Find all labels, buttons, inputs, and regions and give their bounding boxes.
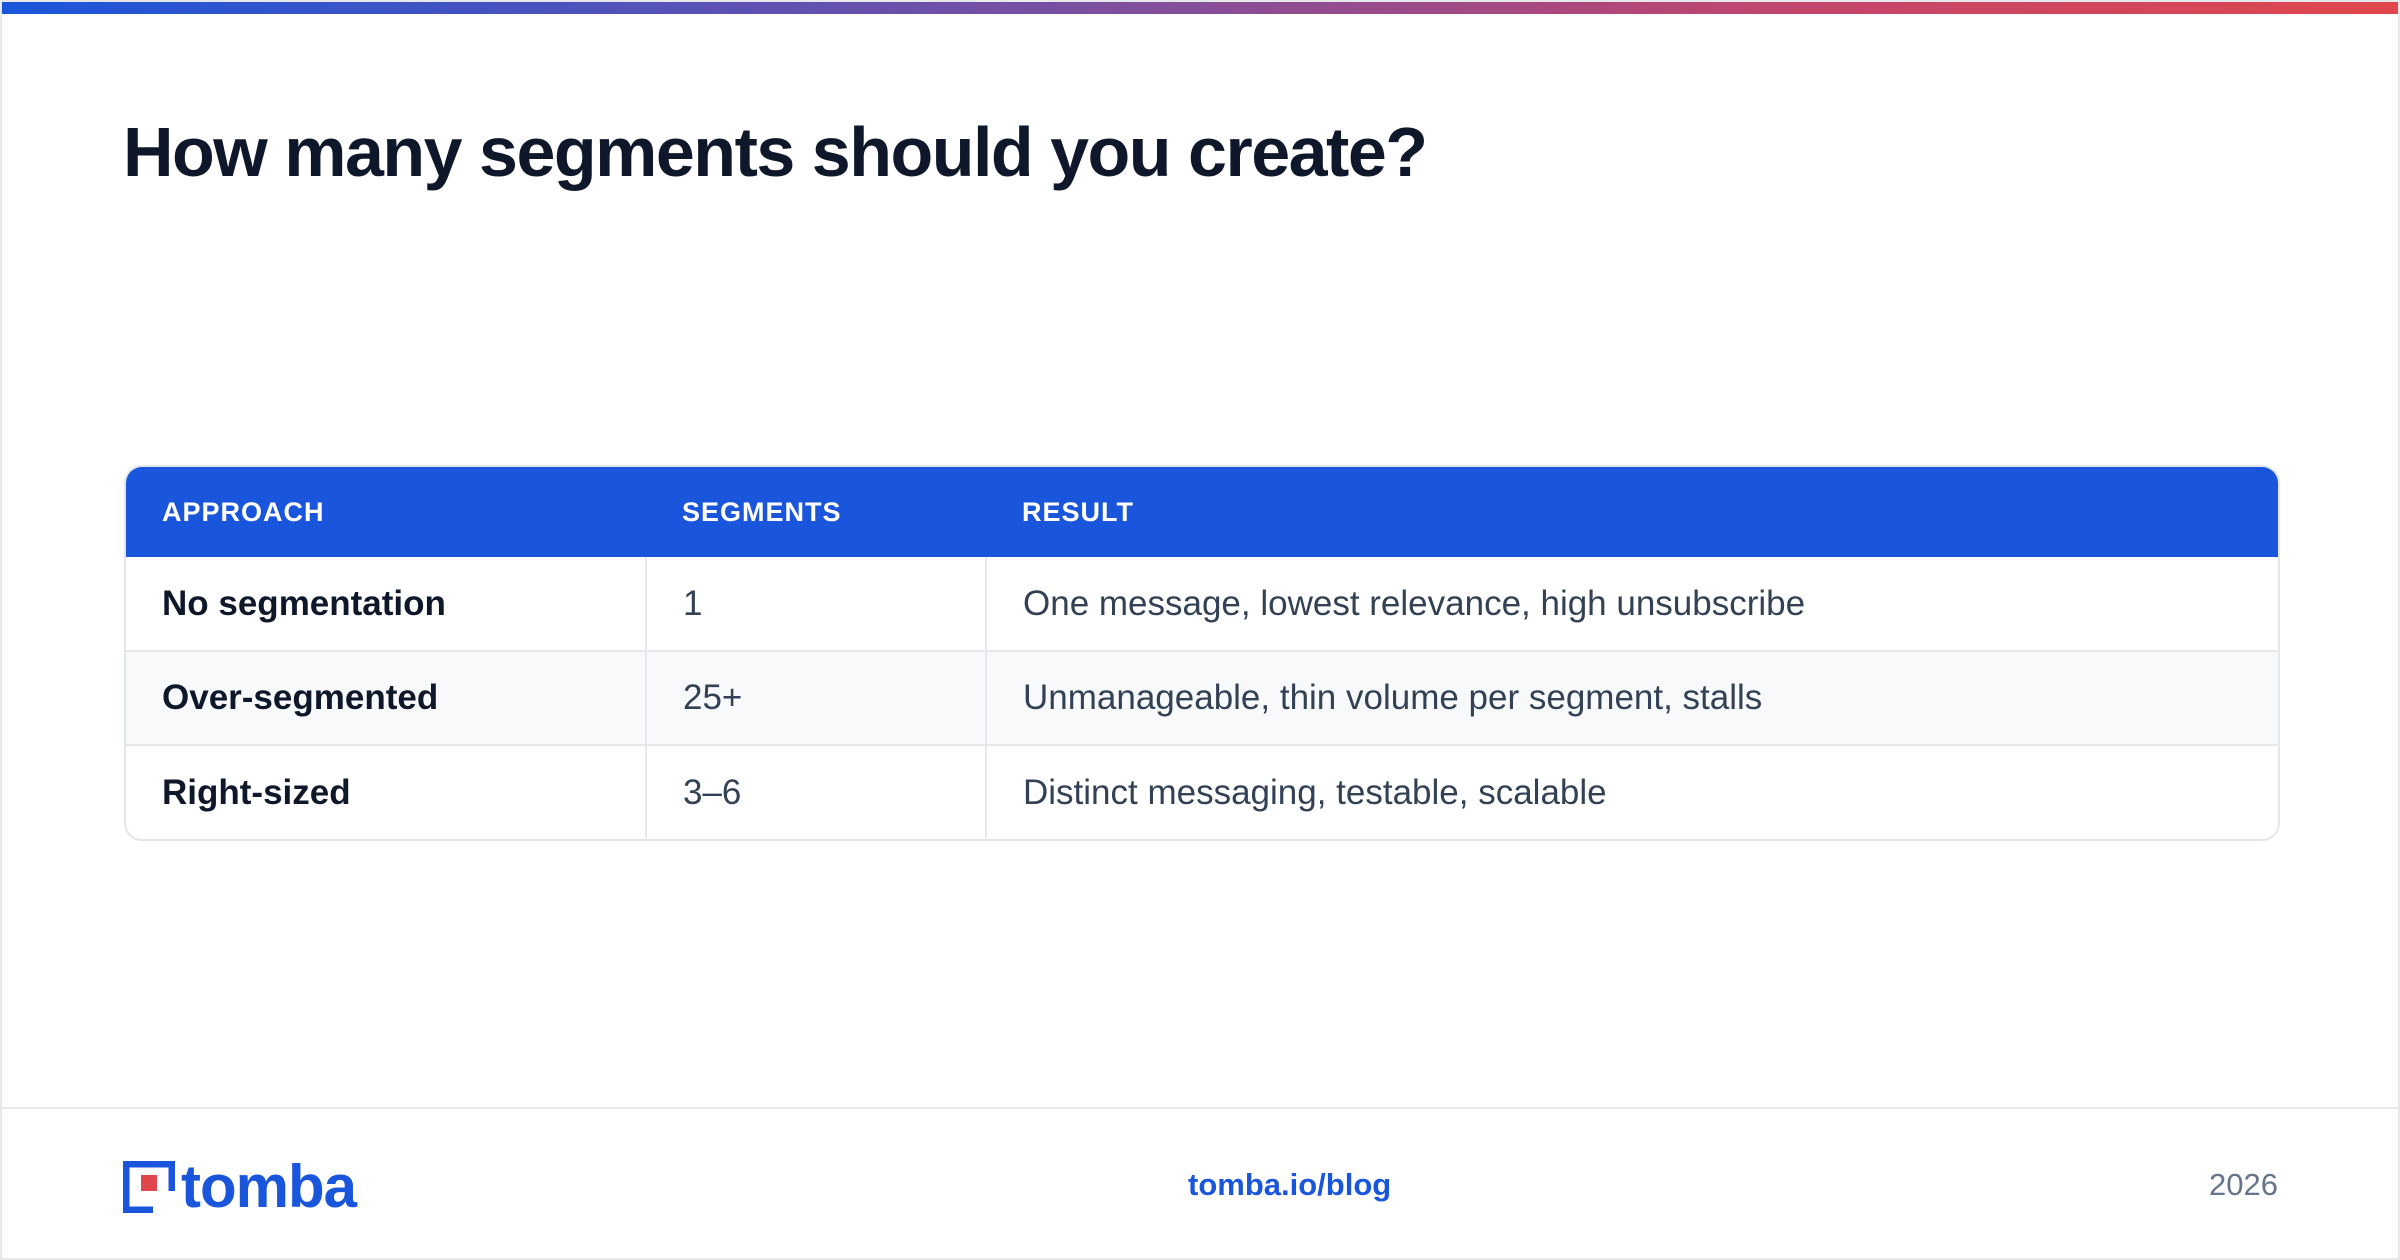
blog-link[interactable]: tomba.io/blog (1188, 1167, 1391, 1203)
table-row: Right-sized 3–6 Distinct messaging, test… (126, 744, 2278, 839)
table-header-row: APPROACH SEGMENTS RESULT (126, 467, 2278, 557)
column-header-approach: APPROACH (162, 496, 325, 527)
cell-result: Unmanageable, thin volume per segment, s… (985, 650, 2278, 745)
cell-segments: 3–6 (645, 744, 986, 839)
cell-segments: 1 (645, 557, 986, 651)
footer-year: 2026 (2209, 1167, 2278, 1202)
table-row: No segmentation 1 One message, lowest re… (126, 557, 2278, 651)
column-header-segments: SEGMENTS (682, 496, 842, 527)
page-title: How many segments should you create? (123, 113, 1428, 191)
footer: tomba tomba.io/blog 2026 (2, 1107, 2398, 1260)
cell-approach: Over-segmented (126, 650, 646, 745)
cell-result: One message, lowest relevance, high unsu… (985, 557, 2278, 651)
cell-approach: No segmentation (162, 583, 446, 623)
logo-wordmark: tomba (181, 1153, 357, 1220)
slide: How many segments should you create? APP… (0, 0, 2400, 1260)
tomba-logo-icon (123, 1161, 175, 1213)
gradient-accent-bar (2, 2, 2398, 14)
segments-table: APPROACH SEGMENTS RESULT No segmentation… (124, 465, 2280, 841)
tomba-logo[interactable]: tomba (123, 1157, 357, 1217)
cell-result: Distinct messaging, testable, scalable (985, 744, 2278, 839)
column-header-result: RESULT (1022, 496, 1134, 527)
cell-segments: 25+ (645, 650, 986, 745)
table-row: Over-segmented 25+ Unmanageable, thin vo… (126, 650, 2278, 745)
cell-approach: Right-sized (126, 744, 646, 839)
